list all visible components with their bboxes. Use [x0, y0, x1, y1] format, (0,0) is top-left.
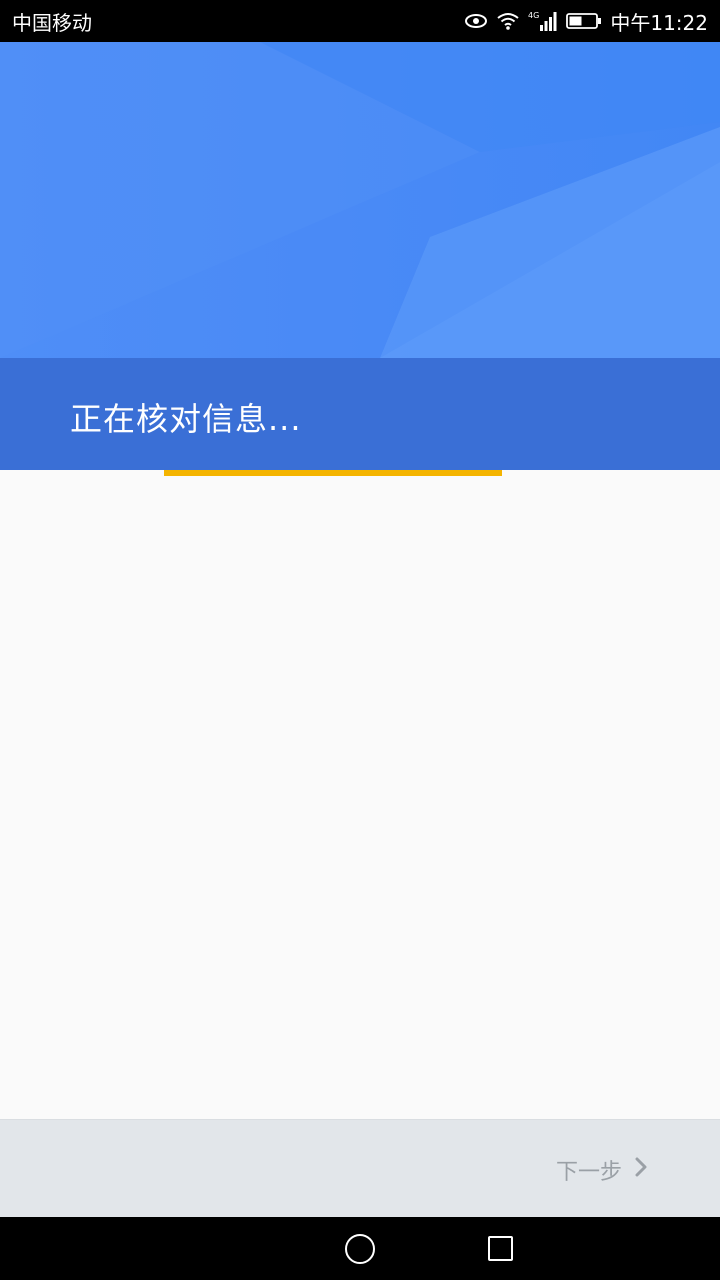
carrier-label: 中国移动 — [12, 10, 92, 35]
next-button-label: 下一步 — [555, 1160, 622, 1185]
home-button[interactable] — [345, 1234, 375, 1264]
battery-icon — [566, 12, 602, 30]
wifi-icon — [496, 11, 520, 31]
status-bar: 中国移动 4G 中午11:22 — [0, 0, 720, 42]
chevron-right-icon — [634, 1157, 648, 1183]
svg-text:4G: 4G — [528, 11, 539, 20]
footer-bar: 下一步 — [0, 1119, 720, 1217]
recent-apps-button[interactable] — [488, 1236, 513, 1261]
signal-4g-icon: 4G — [528, 10, 558, 32]
page-title: 正在核对信息... — [70, 400, 302, 438]
clock: 中午11:22 — [610, 10, 708, 35]
navigation-bar — [0, 1217, 720, 1280]
eye-icon — [464, 12, 488, 30]
next-button[interactable]: 下一步 — [556, 1154, 648, 1186]
status-icons: 4G 中午11:22 — [464, 7, 708, 36]
screen: 中国移动 4G 中午11:22 正在核对信息... 下一步 — [0, 0, 720, 1280]
header-banner: 正在核对信息... — [0, 42, 720, 470]
content-area — [0, 476, 720, 1119]
